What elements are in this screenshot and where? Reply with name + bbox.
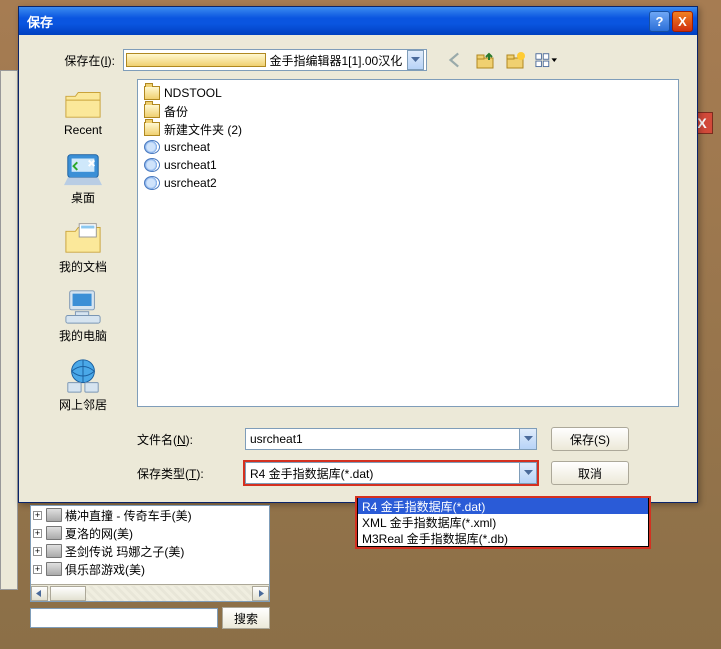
cancel-button[interactable]: 取消: [551, 461, 629, 485]
scroll-track[interactable]: [48, 586, 252, 601]
network-icon: [62, 356, 104, 394]
scroll-right-button[interactable]: [252, 586, 269, 601]
tree-item-label: 俱乐部游戏(美): [65, 561, 145, 578]
search-button[interactable]: 搜索: [222, 607, 270, 629]
horizontal-scrollbar[interactable]: [31, 584, 269, 601]
save-button[interactable]: 保存(S): [551, 427, 629, 451]
save-type-dropdown-button[interactable]: [519, 463, 536, 483]
file-item-label: usrcheat2: [164, 176, 217, 190]
tree-row[interactable]: + 俱乐部游戏(美): [31, 560, 269, 578]
sidebar-item-mycomputer[interactable]: 我的电脑: [59, 283, 107, 348]
sidebar-item-label: Recent: [64, 123, 102, 137]
expand-icon[interactable]: +: [33, 565, 42, 574]
tree-item-label: 横冲直撞 - 传奇车手(美): [65, 507, 192, 524]
tree-row[interactable]: + 圣剑传说 玛娜之子(美): [31, 542, 269, 560]
file-item[interactable]: 新建文件夹 (2): [144, 120, 672, 138]
save-in-label: 保存在(I):: [37, 52, 123, 69]
sidebar-item-label: 我的文档: [59, 258, 107, 275]
help-button[interactable]: ?: [649, 11, 670, 32]
dialog-title: 保存: [23, 12, 647, 31]
save-type-dropdown-list[interactable]: R4 金手指数据库(*.dat)XML 金手指数据库(*.xml)M3Real …: [357, 498, 649, 547]
background-panel: [0, 70, 18, 590]
sidebar-item-desktop[interactable]: 桌面: [62, 145, 104, 210]
view-menu-button[interactable]: [535, 49, 557, 71]
scroll-left-button[interactable]: [31, 586, 48, 601]
folder-icon: [144, 104, 160, 118]
folder-icon: [126, 53, 266, 67]
file-item-label: usrcheat1: [164, 158, 217, 172]
sidebar-item-label: 网上邻居: [59, 396, 107, 413]
save-type-option[interactable]: R4 金手指数据库(*.dat): [358, 498, 648, 514]
file-icon: [144, 158, 160, 172]
file-list[interactable]: NDSTOOL 备份新建文件夹 (2) usrcheat usrcheat1 usrch…: [137, 79, 679, 407]
save-in-combo[interactable]: 金手指编辑器1[1].00汉化: [123, 49, 427, 71]
sidebar-item-mydocs[interactable]: 我的文档: [59, 214, 107, 279]
file-item[interactable]: usrcheat: [144, 138, 672, 156]
title-bar: 保存 ? X: [19, 7, 697, 35]
cartridge-icon: [46, 562, 62, 576]
sidebar-item-label: 我的电脑: [59, 327, 107, 344]
cartridge-icon: [46, 526, 62, 540]
save-type-combo[interactable]: R4 金手指数据库(*.dat): [245, 462, 537, 484]
save-type-option[interactable]: XML 金手指数据库(*.xml): [358, 514, 648, 530]
sidebar-item-network[interactable]: 网上邻居: [59, 352, 107, 417]
save-dialog: 保存 ? X 保存在(I): 金手指编辑器1[1].00汉化: [18, 6, 698, 503]
save-type-option[interactable]: M3Real 金手指数据库(*.db): [358, 530, 648, 546]
cartridge-icon: [46, 508, 62, 522]
scroll-thumb[interactable]: [50, 586, 86, 601]
file-item[interactable]: usrcheat2: [144, 174, 672, 192]
desktop-icon: [62, 149, 104, 187]
filename-dropdown-button[interactable]: [519, 429, 536, 449]
back-button[interactable]: [445, 49, 467, 71]
save-type-value: R4 金手指数据库(*.dat): [246, 465, 519, 482]
filename-label: 文件名(N):: [137, 431, 231, 448]
my-computer-icon: [62, 287, 104, 325]
up-one-level-button[interactable]: [475, 49, 497, 71]
expand-icon[interactable]: +: [33, 511, 42, 520]
save-type-label: 保存类型(T):: [137, 465, 231, 482]
filename-input[interactable]: usrcheat1: [245, 428, 537, 450]
new-folder-button[interactable]: [505, 49, 527, 71]
file-item-label: NDSTOOL: [164, 86, 222, 100]
tree-item-label: 圣剑传说 玛娜之子(美): [65, 543, 184, 560]
save-in-dropdown-button[interactable]: [407, 50, 424, 70]
file-item-label: 备份: [164, 103, 188, 120]
file-item-label: usrcheat: [164, 140, 210, 154]
file-item[interactable]: 备份: [144, 102, 672, 120]
tree-row[interactable]: + 夏洛的网(美): [31, 524, 269, 542]
expand-icon[interactable]: +: [33, 529, 42, 538]
file-item[interactable]: NDSTOOL: [144, 84, 672, 102]
close-button[interactable]: X: [672, 11, 693, 32]
folder-icon: [144, 122, 160, 136]
file-item[interactable]: usrcheat1: [144, 156, 672, 174]
save-in-value: 金手指编辑器1[1].00汉化: [270, 52, 408, 69]
recent-icon: [62, 83, 104, 121]
file-icon: [144, 176, 160, 190]
file-icon: [144, 140, 160, 154]
tree-row[interactable]: + 横冲直撞 - 传奇车手(美): [31, 506, 269, 524]
search-input[interactable]: [30, 608, 218, 628]
sidebar-item-recent[interactable]: Recent: [62, 79, 104, 141]
tree-item-label: 夏洛的网(美): [65, 525, 133, 542]
expand-icon[interactable]: +: [33, 547, 42, 556]
filename-value: usrcheat1: [246, 432, 519, 446]
sidebar-item-label: 桌面: [71, 189, 95, 206]
places-sidebar: Recent 桌面 我的文档: [37, 79, 129, 417]
my-documents-icon: [62, 218, 104, 256]
cartridge-icon: [46, 544, 62, 558]
search-bar: 搜索: [30, 606, 270, 630]
file-item-label: 新建文件夹 (2): [164, 121, 242, 138]
folder-icon: [144, 86, 160, 100]
background-tree[interactable]: + 横冲直撞 - 传奇车手(美) + 夏洛的网(美) + 圣剑传说 玛娜之子(美) + 俱乐部…: [30, 505, 270, 602]
